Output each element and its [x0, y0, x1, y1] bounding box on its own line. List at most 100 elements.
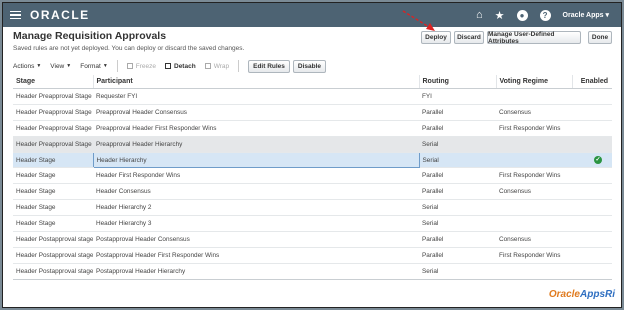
- help-icon[interactable]: ?: [539, 9, 551, 21]
- format-label: Format: [80, 62, 101, 70]
- enabled-cell: [572, 263, 612, 280]
- table-row[interactable]: Header Postapproval stage Postapproval He…: [13, 263, 612, 280]
- star-icon[interactable]: ★: [495, 9, 505, 22]
- routing-cell: Serial: [419, 136, 496, 153]
- voting-regime-cell: [496, 263, 572, 280]
- view-label: View: [50, 62, 65, 70]
- detach-label: Detach: [174, 62, 196, 70]
- format-menu[interactable]: Format ▼: [80, 63, 108, 70]
- enabled-cell: [572, 88, 612, 105]
- column-header-stage[interactable]: Stage: [13, 75, 94, 89]
- table-row[interactable]: Header Stage Header Hierarchy 2 Serial: [13, 199, 612, 217]
- participant-cell: Header Consensus: [93, 183, 419, 201]
- table-row[interactable]: Header Preapproval Stage Requester FYI FYI: [13, 88, 612, 105]
- deploy-button[interactable]: Deploy: [421, 31, 451, 44]
- done-button[interactable]: Done: [588, 31, 612, 44]
- stage-cell: Header Postapproval stage: [13, 247, 93, 264]
- participant-cell: Postapproval Header Hierarchy: [93, 263, 419, 280]
- voting-regime-cell: Consensus: [496, 231, 572, 248]
- routing-cell: Serial: [419, 152, 496, 169]
- participant-cell: Preapproval Header Hierarchy: [93, 136, 419, 153]
- participant-cell: Requester FYI: [93, 88, 419, 105]
- column-header-participant[interactable]: Participant: [93, 75, 420, 89]
- watermark-logo: OracleAppsRi: [549, 289, 615, 300]
- freeze-icon: [126, 63, 133, 69]
- stage-cell: Header Stage: [13, 167, 93, 185]
- discard-button[interactable]: Discard: [454, 31, 484, 44]
- chevron-down-icon: ▼: [66, 63, 72, 69]
- table-row[interactable]: Header Stage Header First Responder Wins P…: [13, 167, 612, 185]
- stage-cell: Header Stage: [13, 215, 93, 233]
- user-menu-label: Oracle Apps: [562, 12, 604, 19]
- voting-regime-cell: [496, 88, 572, 105]
- user-menu[interactable]: Oracle Apps ▾: [563, 11, 609, 19]
- table-header-row: Stage Participant Routing Voting Regime …: [13, 75, 612, 89]
- page-subtitle: Saved rules are not yet deployed. You ca…: [13, 45, 245, 52]
- routing-cell: Parallel: [419, 183, 496, 201]
- stage-cell: Header Postapproval stage: [13, 263, 93, 280]
- detach-button[interactable]: Detach: [165, 63, 196, 70]
- stage-cell: Header Stage: [13, 152, 93, 169]
- column-header-routing[interactable]: Routing: [419, 75, 497, 89]
- toolbar-divider: [238, 60, 240, 72]
- table-row[interactable]: Header Preapproval Stage Preapproval Head…: [13, 104, 612, 121]
- voting-regime-cell: [496, 199, 572, 217]
- detach-icon: [165, 63, 171, 69]
- enabled-cell: [572, 104, 612, 121]
- page-title: Manage Requisition Approvals: [13, 30, 167, 42]
- participant-cell: Header Hierarchy: [92, 151, 420, 169]
- table-footer-divider: [13, 279, 612, 280]
- annotation-arrow-icon: [402, 10, 435, 31]
- oracle-logo: ORACLE: [30, 8, 90, 22]
- participant-cell: Postapproval Header First Responder Wins: [93, 247, 419, 264]
- manage-user-defined-attributes-button[interactable]: Manage User-Defined Attributes: [487, 31, 581, 45]
- voting-regime-cell: First Responder Wins: [496, 247, 572, 264]
- table-row[interactable]: Header Preapproval Stage Preapproval Head…: [13, 120, 612, 137]
- enabled-cell: [572, 231, 612, 248]
- watermark-suffix: AppsRi: [580, 289, 615, 300]
- view-menu[interactable]: View ▼: [50, 63, 71, 70]
- actions-menu[interactable]: Actions ▼: [13, 63, 41, 70]
- participant-cell: Header Hierarchy 3: [93, 215, 419, 233]
- voting-regime-cell: Consensus: [496, 183, 572, 201]
- table-row[interactable]: Header Stage Header Hierarchy Serial ✓: [13, 151, 612, 169]
- table-row[interactable]: Header Postapproval stage Postapproval He…: [13, 231, 612, 248]
- table-row[interactable]: Header Stage Header Consensus Parallel Cons…: [13, 183, 612, 201]
- column-header-enabled[interactable]: Enabled: [572, 75, 612, 89]
- edit-rules-button[interactable]: Edit Rules: [248, 59, 290, 73]
- stage-cell: Header Preapproval Stage: [13, 104, 93, 121]
- participant-cell: Header First Responder Wins: [93, 167, 419, 185]
- stage-cell: Header Preapproval Stage: [13, 120, 93, 137]
- voting-regime-cell: First Responder Wins: [496, 167, 572, 185]
- routing-cell: Parallel: [419, 247, 496, 264]
- participant-cell: Postapproval Header Consensus: [93, 231, 419, 248]
- table-row[interactable]: Header Stage Header Hierarchy 3 Serial: [13, 215, 612, 233]
- home-icon[interactable]: ⌂: [476, 9, 483, 21]
- table-row[interactable]: Header Postapproval stage Postapproval He…: [13, 247, 612, 264]
- voting-regime-cell: [496, 136, 572, 153]
- app-window: ORACLE ⌂ ★ ● ? Oracle Apps ▾ Manage Requ…: [2, 2, 622, 308]
- routing-cell: Parallel: [419, 167, 496, 185]
- notifications-icon[interactable]: ●: [516, 9, 528, 21]
- freeze-button[interactable]: Freeze: [126, 63, 156, 70]
- routing-cell: Parallel: [419, 120, 496, 137]
- voting-regime-cell: First Responder Wins: [496, 120, 572, 137]
- voting-regime-cell: [496, 215, 572, 233]
- routing-cell: FYI: [419, 88, 496, 105]
- wrap-label: Wrap: [213, 62, 230, 70]
- global-header: ORACLE ⌂ ★ ● ? Oracle Apps ▾: [3, 3, 621, 27]
- wrap-button[interactable]: Wrap: [204, 62, 230, 70]
- disable-button[interactable]: Disable: [292, 59, 327, 73]
- routing-cell: Serial: [419, 263, 496, 280]
- chevron-down-icon: ▼: [102, 63, 108, 69]
- table-row[interactable]: Header Preapproval Stage Preapproval Head…: [13, 136, 612, 153]
- column-header-voting-regime[interactable]: Voting Regime: [496, 75, 573, 89]
- stage-cell: Header Preapproval Stage: [13, 136, 93, 153]
- voting-regime-cell: [496, 152, 572, 169]
- enabled-cell: [572, 136, 612, 153]
- routing-cell: Serial: [419, 215, 496, 233]
- enabled-cell: [572, 215, 612, 233]
- chevron-down-icon: ▾: [605, 12, 609, 19]
- navigator-menu-icon[interactable]: [10, 10, 21, 20]
- enabled-cell: [572, 167, 612, 185]
